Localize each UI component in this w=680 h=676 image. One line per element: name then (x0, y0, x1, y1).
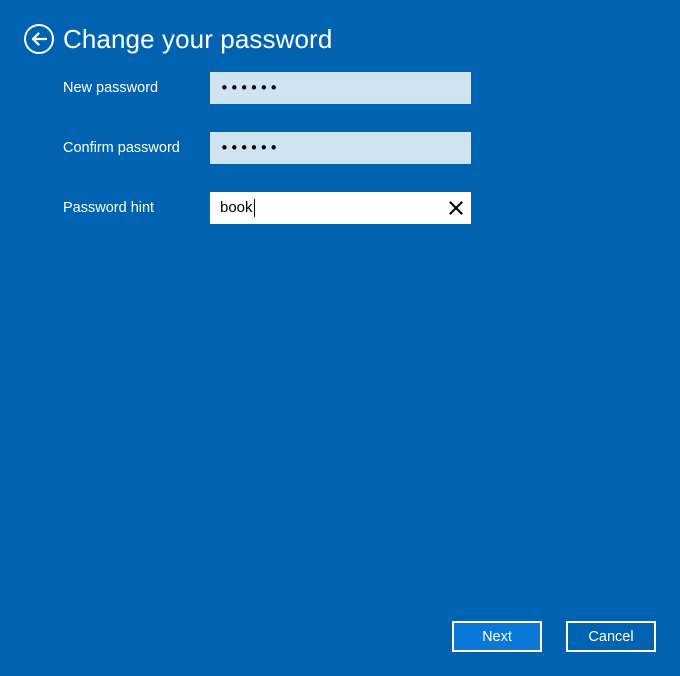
password-hint-input[interactable]: book (210, 192, 471, 224)
new-password-row: New password •••••• (63, 72, 471, 104)
next-button[interactable]: Next (452, 621, 542, 652)
new-password-label: New password (63, 80, 159, 96)
cancel-button[interactable]: Cancel (566, 621, 656, 652)
back-button[interactable] (24, 24, 54, 54)
confirm-password-value: •••••• (220, 139, 280, 157)
confirm-password-label: Confirm password (63, 140, 180, 156)
page-title: Change your password (63, 24, 333, 54)
confirm-password-row: Confirm password •••••• (63, 132, 471, 164)
clear-hint-button[interactable] (448, 200, 464, 216)
password-hint-label: Password hint (63, 200, 155, 216)
header: Change your password (24, 22, 332, 56)
password-hint-row: Password hint book (63, 192, 471, 224)
close-icon (449, 201, 463, 215)
confirm-password-input[interactable]: •••••• (210, 132, 471, 164)
new-password-input[interactable]: •••••• (210, 72, 471, 104)
back-arrow-icon (31, 32, 47, 46)
new-password-value: •••••• (220, 79, 280, 97)
password-hint-value: book (220, 199, 253, 216)
text-caret (253, 199, 255, 217)
